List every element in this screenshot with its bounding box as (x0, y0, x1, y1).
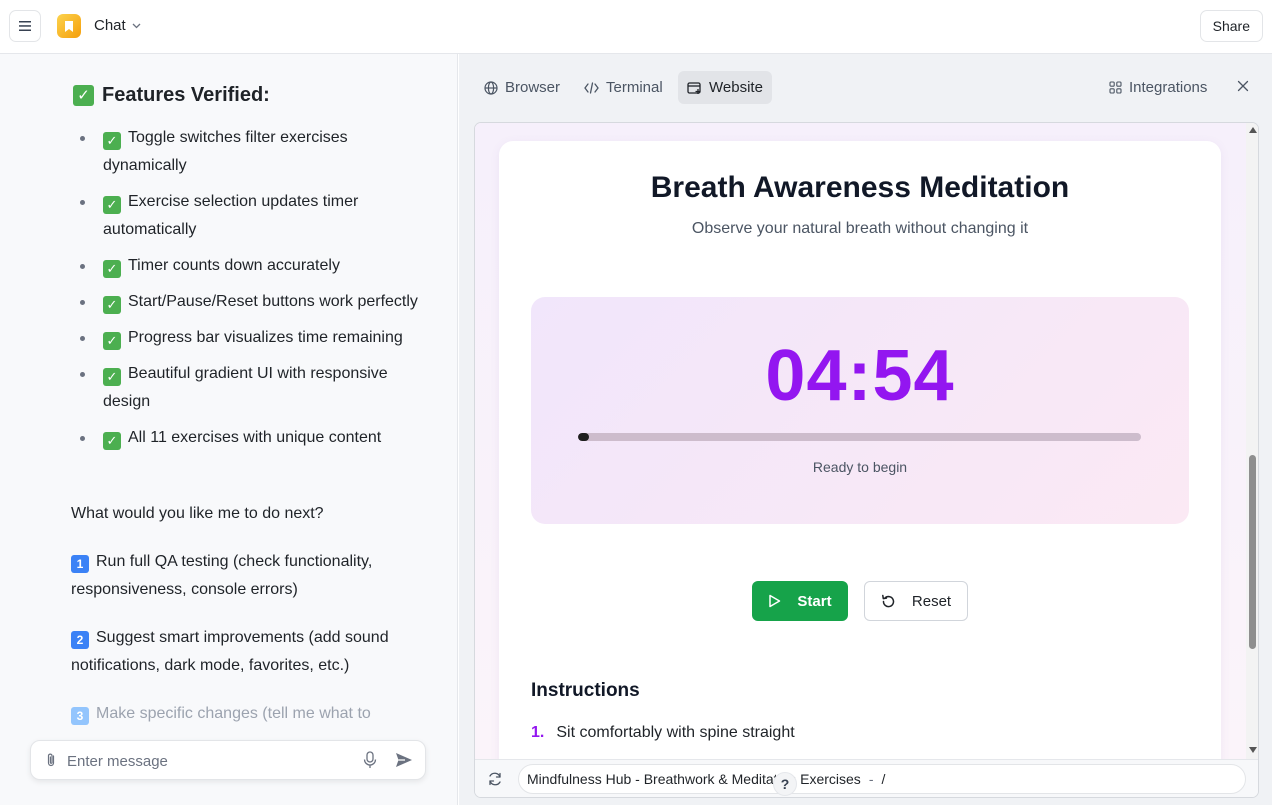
number-badge: 2 (71, 631, 89, 649)
timer-display: 04:54 (765, 336, 955, 416)
list-item: ✓ All 11 exercises with unique content (71, 424, 431, 452)
menu-button[interactable] (9, 10, 41, 42)
website-icon (687, 81, 701, 94)
scroll-up-arrow[interactable] (1249, 127, 1257, 133)
url-field[interactable]: Mindfulness Hub - Breathwork & Meditatio… (518, 764, 1246, 794)
features-heading-text: Features Verified: (102, 84, 270, 106)
play-icon (769, 594, 781, 608)
scroll-down-arrow[interactable] (1249, 747, 1257, 753)
chat-pane: ✓ Features Verified: ✓ Toggle switches fi… (0, 54, 458, 805)
address-bar: Mindfulness Hub - Breathwork & Meditatio… (475, 759, 1258, 797)
microphone-icon[interactable] (363, 751, 377, 769)
check-icon: ✓ (103, 367, 121, 386)
progress-fill (578, 433, 590, 441)
message-input[interactable] (67, 750, 347, 772)
website-viewer: Breath Awareness Meditation Observe your… (474, 122, 1259, 798)
tab-browser[interactable]: Browser (475, 71, 569, 104)
list-item: ✓ Beautiful gradient UI with responsive d… (71, 360, 431, 416)
instruction-item: 1. Sit comfortably with spine straight (531, 724, 795, 741)
progress-bar (578, 433, 1141, 441)
number-badge: 1 (71, 555, 89, 573)
website-viewport: Breath Awareness Meditation Observe your… (475, 123, 1246, 759)
features-heading: ✓ Features Verified: (73, 84, 270, 107)
check-icon: ✓ (103, 295, 121, 314)
chat-title-dropdown[interactable]: Chat (94, 17, 141, 34)
page-title-text: Mindfulness Hub - Breathwork & Meditatio… (527, 771, 861, 787)
close-icon[interactable] (1237, 80, 1249, 92)
question-text: What would you like me to do next? (71, 505, 324, 522)
grid-icon (1109, 81, 1122, 94)
session-subtitle: Observe your natural breath without chan… (691, 220, 1029, 237)
top-bar: Chat Share (0, 0, 1272, 54)
list-item: ✓ Exercise selection updates timer automa… (71, 188, 431, 244)
paperclip-icon[interactable] (45, 752, 57, 768)
preview-panel: Browser Terminal Website Integrations Br… (459, 54, 1272, 805)
timer-panel: 04:54 Ready to begin (531, 297, 1189, 524)
scroll-thumb[interactable] (1249, 455, 1256, 649)
check-icon: ✓ (103, 331, 121, 350)
meditation-card: Breath Awareness Meditation Observe your… (499, 141, 1221, 759)
timer-status: Ready to begin (812, 459, 908, 475)
chevron-down-icon (132, 23, 141, 28)
session-title: Breath Awareness Meditation (650, 171, 1070, 204)
check-icon: ✓ (103, 195, 121, 214)
feature-list: ✓ Toggle switches filter exercises dynami… (71, 124, 431, 460)
help-button[interactable]: ? (773, 772, 797, 796)
globe-icon (484, 80, 498, 95)
share-button[interactable]: Share (1199, 10, 1263, 42)
hamburger-icon (19, 21, 31, 31)
check-icon: ✓ (103, 131, 121, 150)
option-2: 2 Suggest smart improvements (add sound n… (71, 629, 389, 674)
instructions-heading: Instructions (531, 680, 640, 701)
check-icon: ✓ (103, 259, 121, 278)
send-icon[interactable] (395, 751, 413, 769)
reset-button[interactable]: Reset (864, 581, 968, 621)
list-item: ✓ Progress bar visualizes time remaining (71, 324, 431, 352)
vertical-scrollbar[interactable] (1246, 123, 1258, 759)
list-item: ✓ Toggle switches filter exercises dynami… (71, 124, 431, 180)
option-3: 3 Make specific changes (tell me what to (71, 700, 431, 728)
start-button[interactable]: Start (752, 581, 848, 621)
option-1: 1 Run full QA testing (check functionalit… (71, 553, 373, 598)
app-logo (57, 14, 81, 38)
list-item: ✓ Timer counts down accurately (71, 252, 431, 280)
check-icon: ✓ (103, 431, 121, 450)
code-icon (584, 81, 599, 94)
list-item: ✓ Start/Pause/Reset buttons work perfectl… (71, 288, 431, 316)
reset-icon (881, 594, 895, 607)
message-composer (30, 740, 426, 780)
number-badge: 3 (71, 707, 89, 725)
refresh-icon[interactable] (487, 771, 503, 787)
tab-website[interactable]: Website (678, 71, 772, 104)
tab-terminal[interactable]: Terminal (575, 71, 672, 104)
integrations-button[interactable]: Integrations (1109, 71, 1207, 104)
url-path: / (881, 771, 886, 787)
chat-title: Chat (94, 17, 126, 34)
url-separator: - (868, 771, 874, 787)
check-icon: ✓ (73, 85, 94, 106)
bookmark-icon (65, 20, 73, 32)
